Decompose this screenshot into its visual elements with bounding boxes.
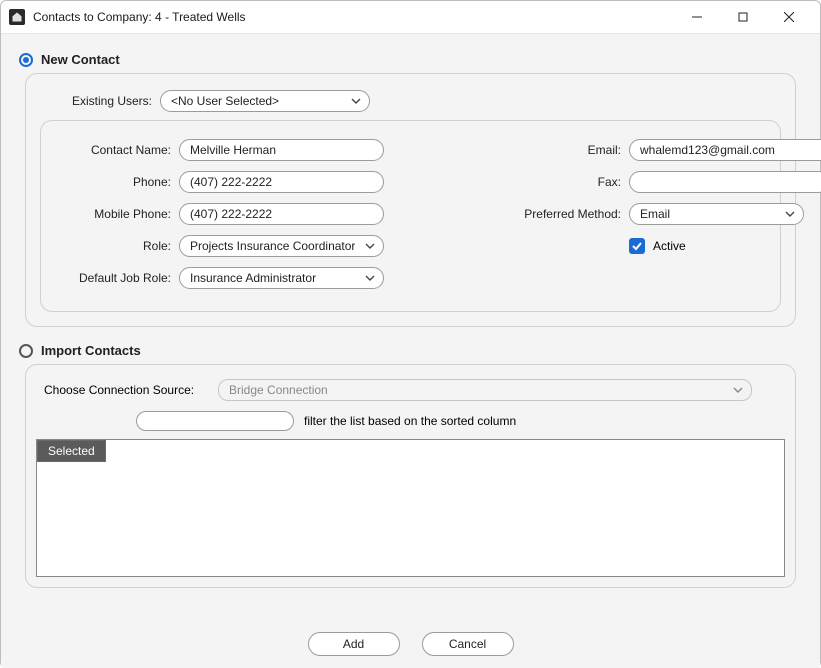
existing-users-dropdown[interactable]: <No User Selected>: [160, 90, 370, 112]
existing-users-label: Existing Users:: [40, 94, 160, 108]
add-button[interactable]: Add: [308, 632, 400, 656]
fax-label: Fax:: [489, 175, 629, 189]
fax-input[interactable]: [629, 171, 821, 193]
window-close-button[interactable]: [766, 2, 812, 32]
import-contacts-radio-row[interactable]: Import Contacts: [19, 343, 804, 358]
role-label: Role:: [59, 239, 179, 253]
button-bar: Add Cancel: [1, 632, 820, 656]
filter-input[interactable]: [136, 411, 294, 431]
grid-header-selected[interactable]: Selected: [37, 440, 106, 462]
default-job-role-label: Default Job Role:: [59, 271, 179, 285]
connection-source-label: Choose Connection Source:: [44, 383, 204, 397]
new-contact-heading: New Contact: [41, 52, 120, 67]
chevron-down-icon: [733, 385, 743, 395]
role-dropdown[interactable]: Projects Insurance Coordinator: [179, 235, 384, 257]
phone-input[interactable]: (407) 222-2222: [179, 171, 384, 193]
window-maximize-button[interactable]: [720, 2, 766, 32]
chevron-down-icon: [785, 209, 795, 219]
title-bar: Contacts to Company: 4 - Treated Wells: [1, 1, 820, 33]
contact-name-input[interactable]: Melville Herman: [179, 139, 384, 161]
preferred-method-dropdown[interactable]: Email: [629, 203, 804, 225]
mobile-phone-label: Mobile Phone:: [59, 207, 179, 221]
import-grid[interactable]: Selected: [36, 439, 785, 577]
filter-hint: filter the list based on the sorted colu…: [304, 414, 516, 428]
chevron-down-icon: [365, 273, 375, 283]
window-title: Contacts to Company: 4 - Treated Wells: [33, 10, 246, 24]
chevron-down-icon: [351, 96, 361, 106]
contact-name-label: Contact Name:: [59, 143, 179, 157]
window-minimize-button[interactable]: [674, 2, 720, 32]
active-checkbox[interactable]: [629, 238, 645, 254]
import-contacts-panel: Choose Connection Source: Bridge Connect…: [25, 364, 796, 588]
default-job-role-dropdown[interactable]: Insurance Administrator: [179, 267, 384, 289]
new-contact-radio[interactable]: [19, 53, 33, 67]
new-contact-radio-row[interactable]: New Contact: [19, 52, 804, 67]
active-label: Active: [653, 239, 686, 253]
email-input[interactable]: whalemd123@gmail.com: [629, 139, 821, 161]
contact-form-panel: Contact Name: Melville Herman Email: wha…: [40, 120, 781, 312]
app-icon: [9, 9, 25, 25]
email-label: Email:: [489, 143, 629, 157]
connection-source-dropdown[interactable]: Bridge Connection: [218, 379, 752, 401]
mobile-phone-input[interactable]: (407) 222-2222: [179, 203, 384, 225]
import-contacts-heading: Import Contacts: [41, 343, 141, 358]
cancel-button[interactable]: Cancel: [422, 632, 514, 656]
new-contact-panel: Existing Users: <No User Selected> Conta…: [25, 73, 796, 327]
preferred-method-label: Preferred Method:: [489, 207, 629, 221]
chevron-down-icon: [365, 241, 375, 251]
import-contacts-radio[interactable]: [19, 344, 33, 358]
phone-label: Phone:: [59, 175, 179, 189]
